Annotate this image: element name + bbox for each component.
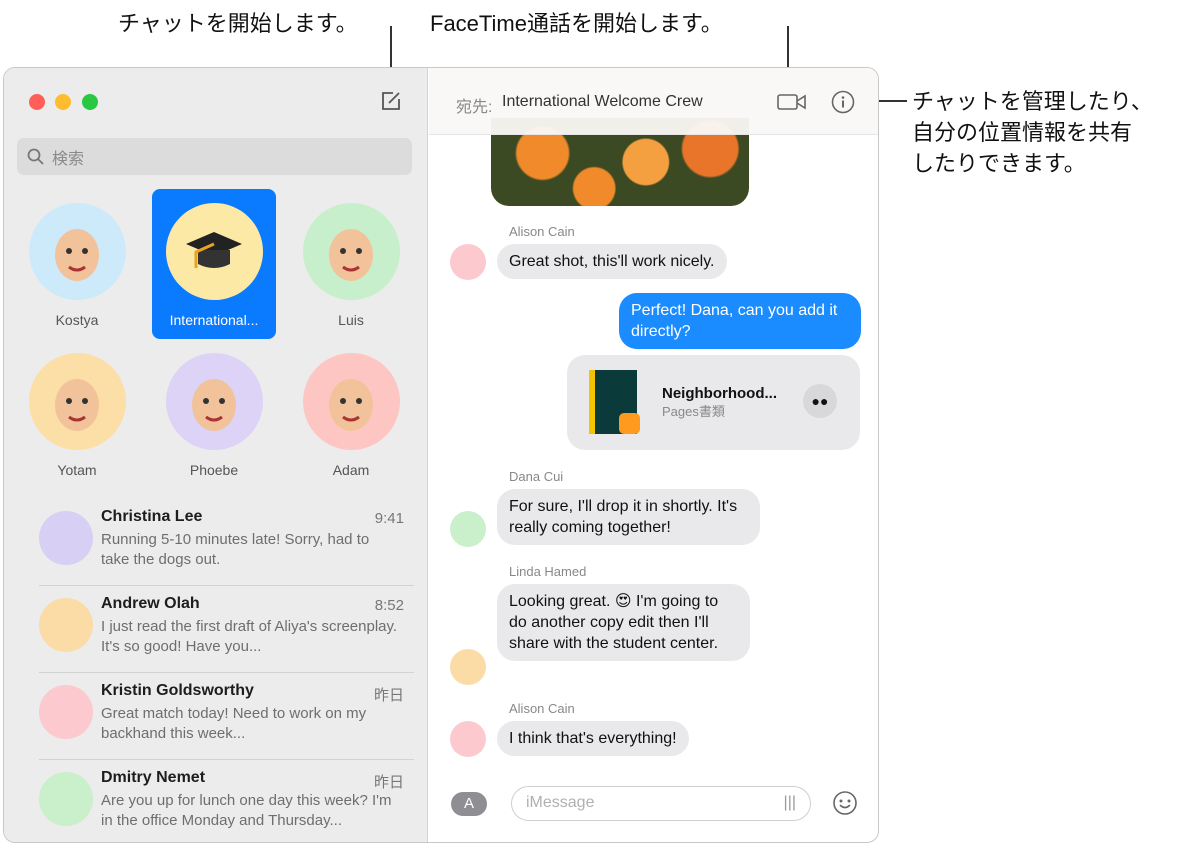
timestamp: 昨日 xyxy=(374,771,404,792)
file-attachment[interactable]: Neighborhood... Pages書類 ●● xyxy=(567,355,860,450)
avatar xyxy=(29,353,126,450)
message-preview: I just read the first draft of Aliya's s… xyxy=(101,617,401,657)
info-callout-line: したりできます。 xyxy=(912,148,1153,179)
conversation-item[interactable]: Andrew Olah 8:52 I just read the first dra… xyxy=(39,586,414,673)
pinned-name: Yotam xyxy=(15,462,139,478)
contact-name: Kristin Goldsworthy xyxy=(101,682,254,700)
sender-name: Dana Cui xyxy=(509,469,563,484)
avatar xyxy=(450,244,486,280)
message-input-placeholder: iMessage xyxy=(526,794,594,811)
avatar xyxy=(39,685,93,739)
sender-name: Alison Cain xyxy=(509,701,575,716)
avatar xyxy=(39,598,93,652)
close-button[interactable] xyxy=(29,94,45,110)
pinned-name: Phoebe xyxy=(152,462,276,478)
avatar xyxy=(39,511,93,565)
sender-name: Alison Cain xyxy=(509,224,575,239)
file-type: Pages書類 xyxy=(662,401,725,422)
timestamp: 8:52 xyxy=(375,597,404,614)
info-callout-line: 自分の位置情報を共有 xyxy=(912,117,1153,148)
pinned-conversation[interactable]: Adam xyxy=(289,339,413,489)
search-placeholder: 検索 xyxy=(52,145,84,169)
contact-name: Andrew Olah xyxy=(101,595,200,613)
pinned-conversation[interactable]: Luis xyxy=(289,189,413,339)
timestamp: 9:41 xyxy=(375,510,404,527)
pinned-name: International... xyxy=(152,312,276,328)
pinned-name: Luis xyxy=(289,312,413,328)
minimize-button[interactable] xyxy=(55,94,71,110)
sidebar: 検索 Kostya International... Luis Yotam Phoebe… xyxy=(4,68,428,842)
compose-icon[interactable] xyxy=(380,90,402,112)
pinned-conversation[interactable]: International... xyxy=(152,189,276,339)
avatar xyxy=(29,203,126,300)
message-bubble[interactable]: Perfect! Dana, can you add it directly? xyxy=(619,293,861,349)
app-store-button[interactable]: A xyxy=(451,792,487,816)
conversation-pane: 宛先: International Welcome Crew Alison Ca… xyxy=(429,68,878,842)
conversation-item[interactable]: Dmitry Nemet 昨日Are you up for lunch one d… xyxy=(39,760,414,843)
avatar xyxy=(303,353,400,450)
contact-name: Christina Lee xyxy=(101,508,202,526)
message-preview: Running 5-10 minutes late! Sorry, had to… xyxy=(101,530,401,570)
conversation-item[interactable]: Kristin Goldsworthy 昨日Great match today! … xyxy=(39,673,414,760)
message-preview: Great match today! Need to work on my ba… xyxy=(101,704,401,744)
sender-name: Linda Hamed xyxy=(509,564,586,579)
to-label: 宛先: xyxy=(456,93,492,117)
conversation-item[interactable]: Christina Lee 9:41 Running 5-10 minutes la… xyxy=(39,499,414,586)
pinned-conversation[interactable]: Yotam xyxy=(15,339,139,489)
timestamp: 昨日 xyxy=(374,684,404,705)
messages-window: 検索 Kostya International... Luis Yotam Phoebe… xyxy=(3,67,879,843)
avatar xyxy=(450,721,486,757)
message-bubble[interactable]: I think that's everything! xyxy=(497,721,689,756)
search-input[interactable]: 検索 xyxy=(17,138,412,175)
message-bubble[interactable]: Looking great. 😍 I'm going to do another… xyxy=(497,584,750,661)
zoom-button[interactable] xyxy=(82,94,98,110)
info-callout-line: チャットを管理したり、 xyxy=(912,86,1153,117)
conversation-header: 宛先: International Welcome Crew xyxy=(429,68,878,135)
contact-name: Dmitry Nemet xyxy=(101,769,205,787)
avatar xyxy=(166,203,263,300)
emoji-icon[interactable] xyxy=(832,790,858,816)
avatar xyxy=(166,353,263,450)
info-icon[interactable] xyxy=(831,90,855,114)
avatar xyxy=(303,203,400,300)
compose-callout: チャットを開始します。 xyxy=(118,8,358,39)
message-bubble[interactable]: For sure, I'll drop it in shortly. It's … xyxy=(497,489,760,545)
pinned-conversation[interactable]: Phoebe xyxy=(152,339,276,489)
message-bubble[interactable]: Great shot, this'll work nicely. xyxy=(497,244,727,279)
pinned-conversation[interactable]: Kostya xyxy=(15,189,139,339)
message-input[interactable]: iMessage ||| xyxy=(511,786,811,821)
recipient-name[interactable]: International Welcome Crew xyxy=(502,93,703,111)
pages-app-icon xyxy=(619,413,640,434)
info-callout: チャットを管理したり、 自分の位置情報を共有 したりできます。 xyxy=(912,86,1153,179)
facetime-callout: FaceTime通話を開始します。 xyxy=(430,8,723,39)
message-preview: Are you up for lunch one day this week? … xyxy=(101,791,401,831)
collaborate-icon[interactable]: ●● xyxy=(803,384,837,418)
pinned-name: Adam xyxy=(289,462,413,478)
audio-waveform-icon[interactable]: ||| xyxy=(784,794,796,812)
avatar xyxy=(450,511,486,547)
search-icon xyxy=(27,148,44,165)
pinned-name: Kostya xyxy=(15,312,139,328)
avatar xyxy=(450,649,486,685)
graduation-cap-icon xyxy=(184,222,244,282)
avatar xyxy=(39,772,93,826)
facetime-video-icon[interactable] xyxy=(777,92,807,112)
